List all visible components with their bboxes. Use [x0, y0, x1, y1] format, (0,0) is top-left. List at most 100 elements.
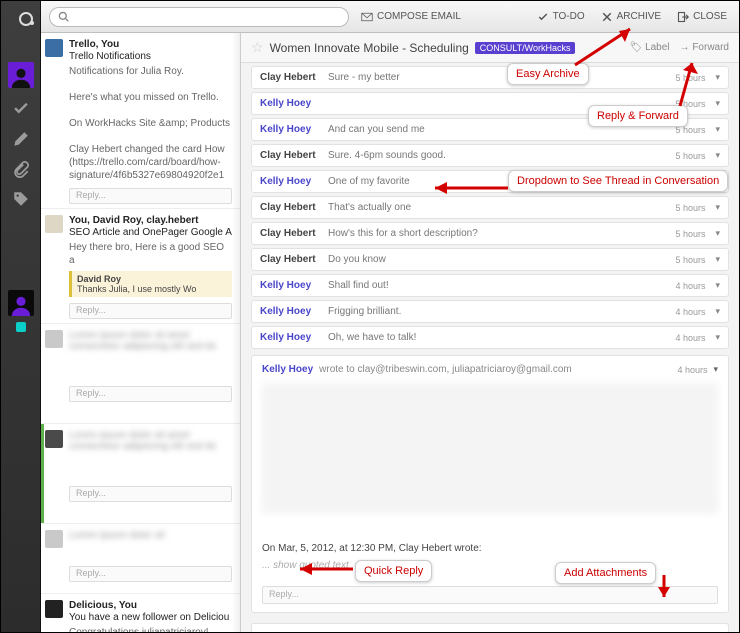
- message-time: 5 hours: [675, 229, 705, 239]
- message-snippet: Frigging brilliant.: [328, 306, 669, 317]
- inline-reply[interactable]: Reply...: [69, 566, 232, 582]
- message-snippet: [328, 98, 669, 109]
- inline-reply[interactable]: Reply...: [69, 486, 232, 502]
- message-sender: Kelly Hoey: [260, 124, 322, 135]
- message-snippet: Sure - my better: [328, 72, 669, 83]
- message-row[interactable]: Clay HebertSure. 4-6pm sounds good. 5 ho…: [251, 144, 729, 167]
- message-row[interactable]: Kelly Hoey Oh, we have to talk! 4 hours ▾: [251, 326, 729, 349]
- body-preview: Congratulations juliapatriciaroy! ...: [69, 626, 232, 632]
- message-sender: Kelly Hoey: [262, 364, 313, 375]
- message-recipients: wrote to clay@tribeswin.com, juliapatric…: [319, 364, 572, 375]
- check-icon[interactable]: [12, 100, 30, 118]
- search-input[interactable]: [75, 11, 340, 23]
- inbox-item[interactable]: You, David Roy, clay.hebert SEO Article …: [41, 209, 240, 324]
- contact-avatar: [45, 430, 63, 448]
- message-row[interactable]: Clay HebertDo you know 5 hours▾: [251, 248, 729, 271]
- subject-line: You have a new follower on Deliciou: [69, 612, 232, 623]
- inline-reply[interactable]: Reply...: [69, 188, 232, 204]
- user-avatar[interactable]: [8, 62, 34, 88]
- message-snippet: How's this for a short description?: [328, 228, 669, 239]
- message-time: 4 hours: [675, 307, 705, 317]
- archive-button[interactable]: ARCHIVE: [597, 9, 665, 25]
- message-time: 5 hours: [675, 177, 705, 187]
- message-snippet: And can you send me: [328, 124, 669, 135]
- chevron-down-icon[interactable]: ▾: [715, 332, 720, 343]
- message-row[interactable]: Kelly Hoey 5 hours▾: [251, 92, 729, 115]
- forward-button[interactable]: → Forward: [680, 42, 729, 53]
- quote-header: On Mar, 5, 2012, at 12:30 PM, Clay Heber…: [262, 543, 718, 554]
- chevron-down-icon[interactable]: ▾: [715, 280, 720, 291]
- search-icon: [58, 11, 69, 22]
- tag-icon[interactable]: [12, 190, 30, 208]
- label-button[interactable]: 🏷 Label: [630, 42, 670, 53]
- close-button[interactable]: CLOSE: [673, 9, 731, 25]
- contact-avatar: [45, 330, 63, 348]
- conversation-pane: ☆ Women Innovate Mobile - Scheduling CON…: [241, 33, 739, 632]
- message-row[interactable]: Clay HebertThat's actually one 5 hours▾: [251, 196, 729, 219]
- message-time: 5 hours: [675, 203, 705, 213]
- show-quoted-toggle[interactable]: ... show quoted text: [262, 560, 718, 571]
- message-row[interactable]: Kelly HoeyOne of my favorite 5 hours▾: [251, 170, 729, 193]
- contact-avatar: [45, 600, 63, 618]
- thread-list: Clay HebertSure - my better 5 hours▾Kell…: [241, 63, 739, 632]
- chevron-down-icon[interactable]: ▾: [715, 228, 720, 239]
- inline-reply[interactable]: Reply...: [69, 303, 232, 319]
- message-sender: Kelly Hoey: [260, 280, 322, 291]
- chevron-down-icon[interactable]: ▾: [715, 176, 720, 187]
- contact-avatar: [45, 39, 63, 57]
- inbox-item[interactable]: Lorem ipsum dolor sit Reply...: [41, 524, 240, 594]
- inbox-item[interactable]: Delicious, You You have a new follower o…: [41, 594, 240, 632]
- label-badge: CONSULT/WorkHacks: [475, 42, 576, 54]
- message-time: 5 hours: [675, 73, 705, 83]
- chevron-down-icon[interactable]: ▾: [715, 306, 720, 317]
- status-dot: [16, 322, 26, 332]
- chevron-down-icon[interactable]: ▾: [715, 98, 720, 109]
- blurred-content: Lorem ipsum dolor sit amet consectetur a…: [69, 330, 232, 380]
- message-sender: Kelly Hoey: [260, 332, 322, 343]
- inline-reply[interactable]: Reply...: [262, 586, 718, 604]
- message-sender: Kelly Hoey: [260, 306, 322, 317]
- todo-button[interactable]: TO-DO: [533, 9, 589, 25]
- message-row[interactable]: Kelly HoeyShall find out! 4 hours▾: [251, 274, 729, 297]
- x-icon: [601, 11, 613, 23]
- message-time: 5 hours: [675, 125, 705, 135]
- message-row[interactable]: Clay Hebert Sure - my better 5 hours ▾: [251, 66, 729, 89]
- attachment-icon[interactable]: [12, 160, 30, 178]
- chevron-down-icon[interactable]: ▾: [715, 124, 720, 135]
- message-row[interactable]: Clay Hebert How's this for a short descri…: [251, 222, 729, 245]
- pencil-icon[interactable]: [12, 130, 30, 148]
- chevron-down-icon[interactable]: ▾: [715, 72, 720, 83]
- blurred-content: Lorem ipsum dolor sit: [69, 530, 232, 560]
- compose-button[interactable]: COMPOSE EMAIL: [357, 9, 465, 25]
- chevron-down-icon[interactable]: ▾: [715, 254, 720, 265]
- inbox-item[interactable]: Lorem ipsum dolor sit amet consectetur a…: [41, 424, 240, 524]
- message-sender: Kelly Hoey: [260, 176, 322, 187]
- message-time: 5 hours: [675, 151, 705, 161]
- message-row[interactable]: Kelly Hoey Frigging brilliant. 4 hours ▾: [251, 300, 729, 323]
- inline-reply[interactable]: Reply...: [69, 386, 232, 402]
- inbox-item[interactable]: Trello, You Trello Notifications Notific…: [41, 33, 240, 209]
- search-box[interactable]: [49, 7, 349, 27]
- subject-line: SEO Article and OnePager Google A: [69, 227, 232, 238]
- from-line: Delicious, You: [69, 600, 232, 611]
- chevron-down-icon[interactable]: ▾: [715, 202, 720, 213]
- from-line: You, David Roy, clay.hebert: [69, 215, 232, 226]
- contact-avatar: [45, 530, 63, 548]
- chevron-down-icon[interactable]: ▾: [715, 150, 720, 161]
- message-time: 4 hours: [675, 333, 705, 343]
- message-sender: Clay Hebert: [260, 254, 322, 265]
- chevron-down-icon[interactable]: ▾: [713, 364, 718, 375]
- message-expanded: Kelly Hoey wrote to clay@tribeswin.com, j…: [251, 355, 729, 613]
- check-icon: [537, 11, 549, 23]
- message-sender: Kelly Hoey: [260, 98, 322, 109]
- secondary-avatar[interactable]: [8, 290, 34, 316]
- subject-line: Trello Notifications: [69, 51, 232, 62]
- message-sender: Clay Hebert: [260, 72, 322, 83]
- inbox-item[interactable]: Lorem ipsum dolor sit amet consectetur a…: [41, 324, 240, 424]
- message-sender: Clay Hebert: [260, 228, 322, 239]
- message-snippet: Oh, we have to talk!: [328, 332, 669, 343]
- left-rail: [1, 1, 41, 632]
- star-icon[interactable]: ☆: [251, 39, 264, 56]
- message-row[interactable]: Kelly Hoey And can you send me 5 hours ▾: [251, 118, 729, 141]
- message-snippet: Sure. 4-6pm sounds good.: [328, 150, 669, 161]
